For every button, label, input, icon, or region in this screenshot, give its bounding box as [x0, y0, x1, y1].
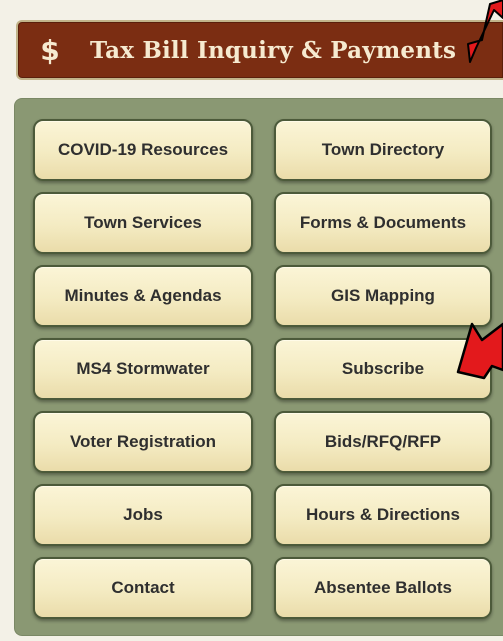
dollar-icon: $	[40, 33, 60, 67]
voter-registration-button[interactable]: Voter Registration	[33, 411, 253, 473]
page: $ Tax Bill Inquiry & Payments COVID-19 R…	[0, 0, 503, 641]
absentee-ballots-button[interactable]: Absentee Ballots	[274, 557, 492, 619]
quick-links-panel: COVID-19 Resources Town Directory Town S…	[14, 98, 503, 636]
contact-button[interactable]: Contact	[33, 557, 253, 619]
jobs-button[interactable]: Jobs	[33, 484, 253, 546]
tax-bill-title: Tax Bill Inquiry & Payments	[90, 36, 457, 64]
town-services-button[interactable]: Town Services	[33, 192, 253, 254]
arrow-icon	[456, 322, 503, 380]
minutes-agendas-button[interactable]: Minutes & Agendas	[33, 265, 253, 327]
bids-rfq-rfp-button[interactable]: Bids/RFQ/RFP	[274, 411, 492, 473]
town-directory-button[interactable]: Town Directory	[274, 119, 492, 181]
arrow-icon	[467, 0, 503, 63]
forms-documents-button[interactable]: Forms & Documents	[274, 192, 492, 254]
tax-bill-banner-link[interactable]: $ Tax Bill Inquiry & Payments	[16, 20, 503, 80]
ms4-stormwater-button[interactable]: MS4 Stormwater	[33, 338, 253, 400]
covid-19-resources-button[interactable]: COVID-19 Resources	[33, 119, 253, 181]
hours-directions-button[interactable]: Hours & Directions	[274, 484, 492, 546]
